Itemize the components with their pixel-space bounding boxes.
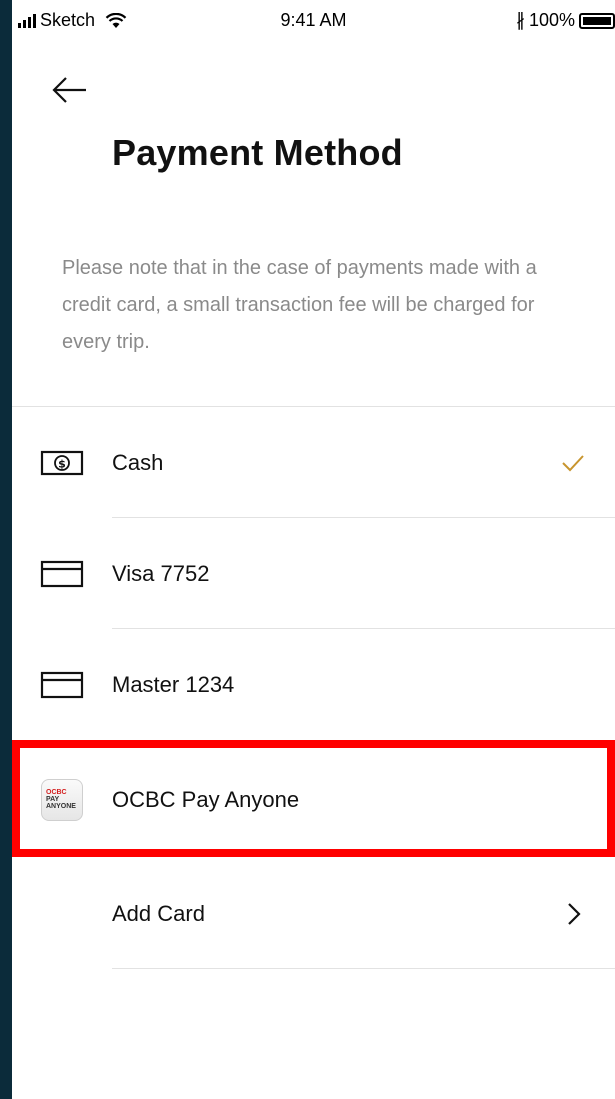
battery-percent: 100% [528, 10, 575, 30]
payment-option-visa[interactable]: Visa 7752 [12, 518, 615, 629]
payment-option-label: Cash [112, 449, 164, 475]
page-title: Payment Method [112, 132, 403, 173]
svg-text:$: $ [58, 457, 66, 470]
payment-notice: Please note that in the case of payments… [62, 257, 537, 353]
phone-screen: Sketch 9:41 AM ∦ 100% Payment Method Ple… [12, 0, 615, 1099]
chevron-right-icon [568, 902, 581, 925]
status-right: ∦ 100% [516, 10, 615, 31]
battery-icon [579, 12, 615, 29]
payment-option-cash[interactable]: $ Cash [12, 407, 615, 518]
status-bar: Sketch 9:41 AM ∦ 100% [12, 0, 615, 42]
credit-card-icon [40, 559, 84, 589]
cash-icon: $ [40, 448, 84, 478]
payment-option-label: OCBC Pay Anyone [112, 786, 300, 812]
payment-option-ocbc-pay-anyone[interactable]: OCBC PAY ANYONE OCBC Pay Anyone [12, 744, 615, 855]
row-separator [112, 968, 615, 969]
payment-option-label: Master 1234 [112, 671, 235, 697]
add-card-label: Add Card [112, 900, 205, 926]
payment-option-label: Visa 7752 [112, 560, 210, 586]
ocbc-pay-anyone-logo: OCBC PAY ANYONE [40, 778, 84, 821]
bluetooth-icon: ∦ [515, 10, 525, 30]
add-card-button[interactable]: Add Card [12, 858, 615, 969]
payment-option-master[interactable]: Master 1234 [12, 629, 615, 740]
arrow-left-icon [52, 77, 86, 103]
credit-card-icon [40, 670, 84, 700]
checkmark-icon [562, 454, 584, 471]
back-button[interactable] [48, 72, 92, 108]
